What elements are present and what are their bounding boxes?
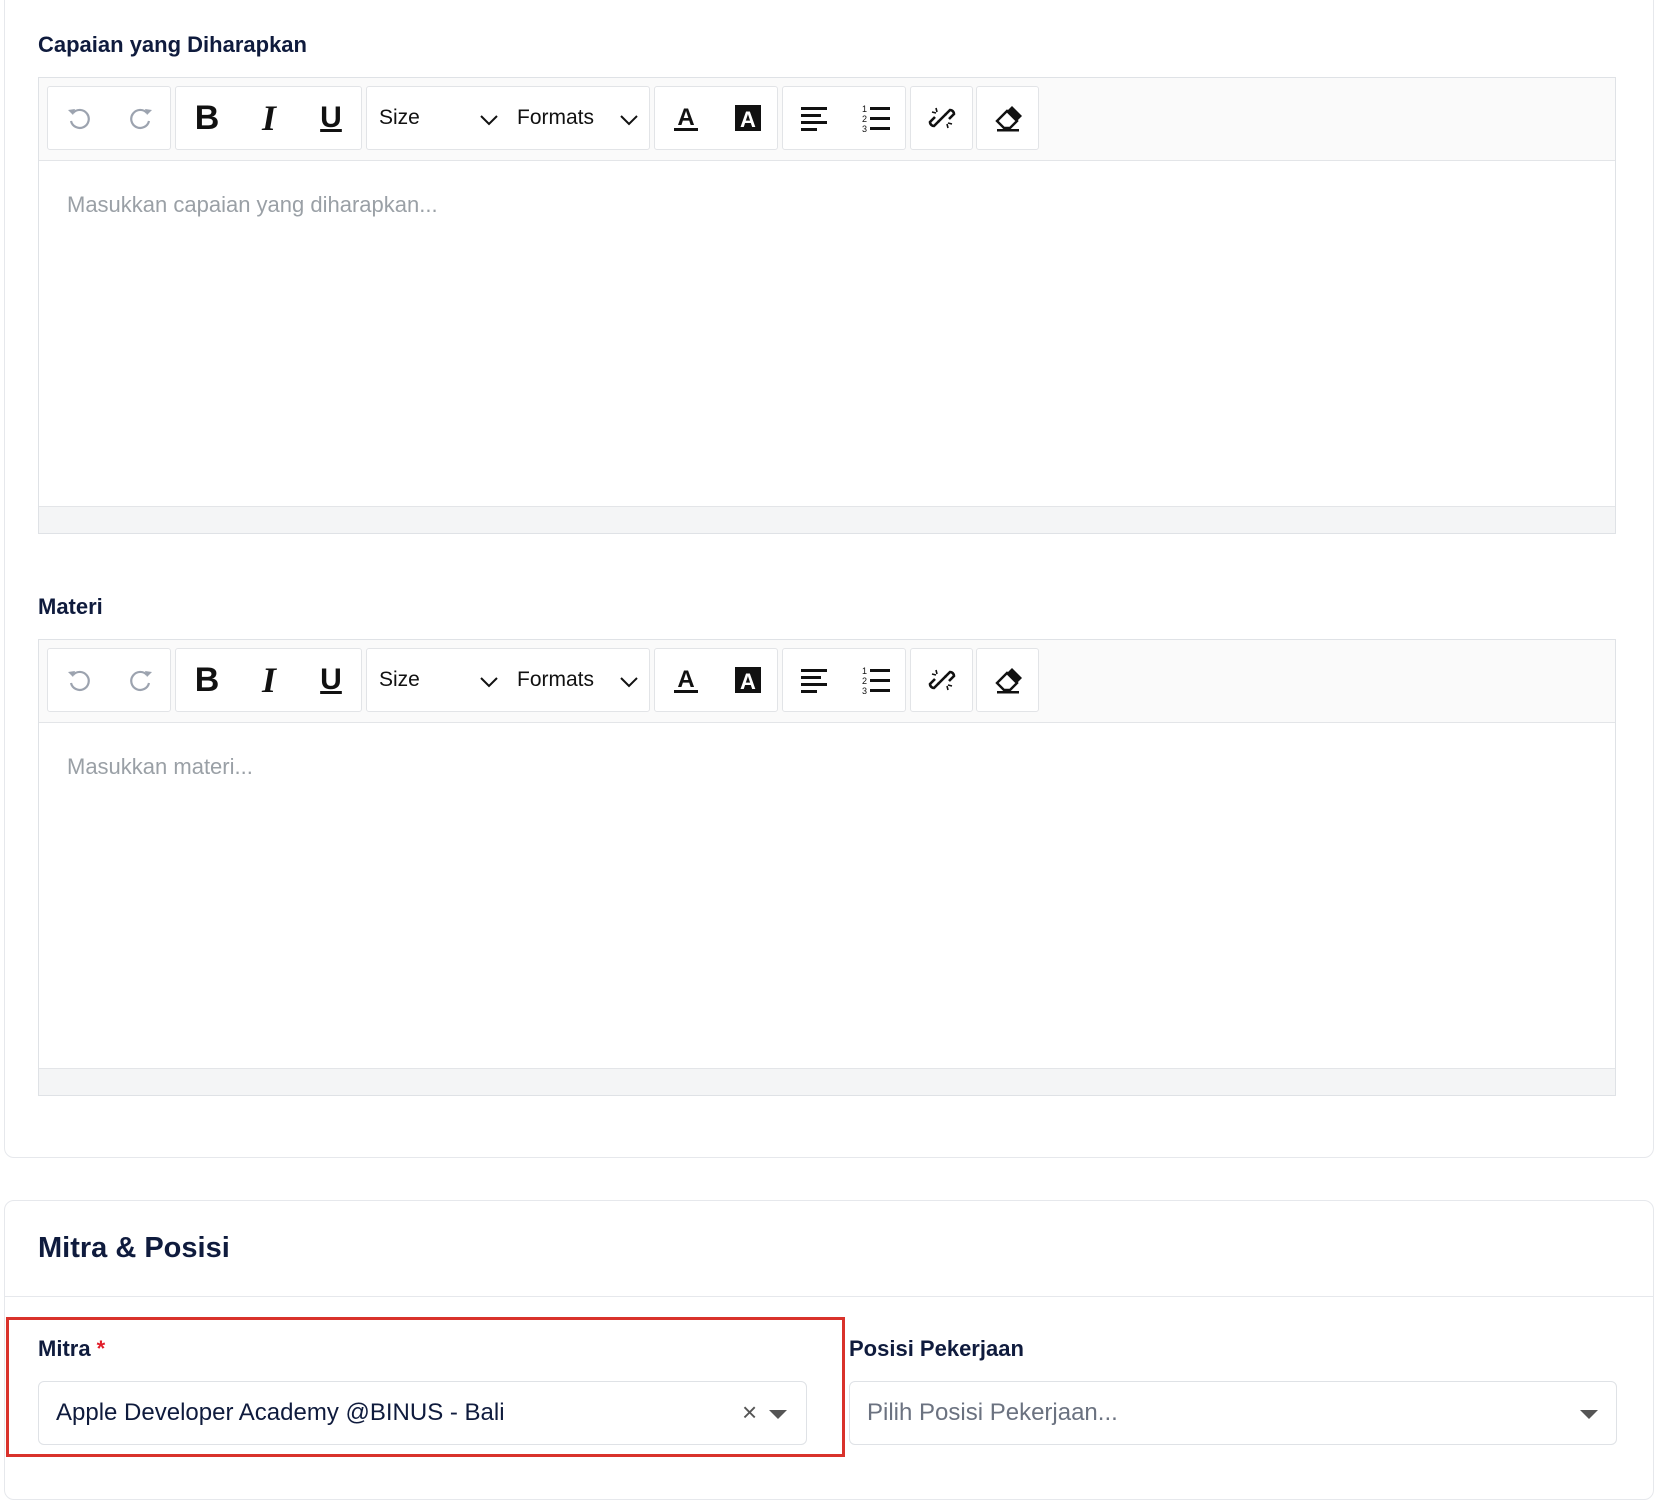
svg-text:2: 2 bbox=[862, 114, 867, 124]
numbered-list-button[interactable]: 123 bbox=[845, 649, 907, 711]
materi-label: Materi bbox=[38, 594, 103, 619]
redo-icon bbox=[127, 104, 155, 132]
materi-toolbar: B I U Size Formats A A 1 2 3 bbox=[39, 640, 1615, 723]
chevron-down-icon bbox=[479, 109, 499, 133]
formats-dropdown[interactable]: Formats bbox=[517, 649, 647, 711]
dropdown-group: Size Formats bbox=[366, 86, 650, 150]
font-color-button[interactable]: A bbox=[655, 649, 717, 711]
svg-text:A: A bbox=[677, 104, 694, 131]
capaian-label: Capaian yang Diharapkan bbox=[38, 32, 307, 57]
bold-icon: B bbox=[194, 98, 220, 137]
svg-text:A: A bbox=[740, 669, 756, 694]
caret-down-icon[interactable] bbox=[1580, 1410, 1598, 1419]
size-dropdown-label: Size bbox=[379, 668, 420, 691]
align-left-button[interactable] bbox=[783, 649, 845, 711]
posisi-select[interactable]: Pilih Posisi Pekerjaan... bbox=[849, 1381, 1617, 1445]
align-left-button[interactable] bbox=[783, 87, 845, 149]
bold-button[interactable]: B bbox=[176, 87, 238, 149]
background-color-icon: A bbox=[733, 103, 763, 133]
section-title: Mitra & Posisi bbox=[38, 1232, 230, 1264]
color-group: A A bbox=[654, 86, 778, 150]
size-dropdown[interactable]: Size bbox=[379, 87, 507, 149]
chevron-down-icon bbox=[619, 671, 639, 695]
chevron-down-icon bbox=[479, 671, 499, 695]
link-icon bbox=[927, 665, 957, 695]
card-divider bbox=[5, 1296, 1653, 1297]
link-group bbox=[910, 648, 973, 712]
clear-format-button[interactable] bbox=[977, 649, 1039, 711]
clear-format-button[interactable] bbox=[977, 87, 1039, 149]
text-style-group: B I U bbox=[175, 648, 362, 712]
numbered-list-icon: 123 bbox=[861, 103, 891, 133]
link-icon bbox=[927, 103, 957, 133]
link-button[interactable] bbox=[911, 87, 973, 149]
chevron-down-icon bbox=[619, 109, 639, 133]
svg-text:3: 3 bbox=[862, 686, 867, 695]
history-group bbox=[47, 86, 171, 150]
formats-dropdown-label: Formats bbox=[517, 668, 595, 691]
align-left-icon bbox=[799, 104, 829, 132]
svg-text:1: 1 bbox=[862, 666, 867, 676]
capaian-toolbar: B I U Size Formats A A 1 2 3 bbox=[39, 78, 1615, 161]
formats-dropdown[interactable]: Formats bbox=[517, 87, 647, 149]
align-left-icon bbox=[799, 666, 829, 694]
dropdown-group: Size Formats bbox=[366, 648, 650, 712]
bold-button[interactable]: B bbox=[176, 649, 238, 711]
text-style-group: B I U bbox=[175, 86, 362, 150]
undo-icon bbox=[65, 666, 93, 694]
underline-button[interactable]: U bbox=[300, 649, 362, 711]
svg-text:A: A bbox=[740, 107, 756, 132]
underline-button[interactable]: U bbox=[300, 87, 362, 149]
paragraph-group: 123 bbox=[782, 648, 906, 712]
italic-button[interactable]: I bbox=[238, 87, 300, 149]
background-color-button[interactable]: A bbox=[717, 649, 779, 711]
link-button[interactable] bbox=[911, 649, 973, 711]
materi-editor: B I U Size Formats A A 1 2 3 Masukkan ma… bbox=[38, 639, 1616, 1096]
svg-text:1: 1 bbox=[862, 104, 867, 114]
history-group bbox=[47, 648, 171, 712]
italic-icon: I bbox=[261, 660, 276, 700]
eraser-icon bbox=[993, 665, 1023, 695]
font-color-button[interactable]: A bbox=[655, 87, 717, 149]
svg-text:2: 2 bbox=[862, 676, 867, 686]
materi-edit-area[interactable]: Masukkan materi... bbox=[39, 722, 1615, 1069]
svg-text:3: 3 bbox=[862, 124, 867, 133]
numbered-list-icon: 123 bbox=[861, 665, 891, 695]
redo-button[interactable] bbox=[110, 87, 172, 149]
redo-icon bbox=[127, 666, 155, 694]
background-color-icon: A bbox=[733, 665, 763, 695]
underline-icon: U bbox=[320, 101, 342, 134]
svg-text:A: A bbox=[677, 666, 694, 693]
italic-button[interactable]: I bbox=[238, 649, 300, 711]
color-group: A A bbox=[654, 648, 778, 712]
capaian-edit-area[interactable]: Masukkan capaian yang diharapkan... bbox=[39, 160, 1615, 507]
redo-button[interactable] bbox=[110, 649, 172, 711]
underline-icon: U bbox=[320, 663, 342, 696]
eraser-icon bbox=[993, 103, 1023, 133]
link-group bbox=[910, 86, 973, 150]
capaian-editor: B I U Size Formats A A 1 2 3 Masukkan ca… bbox=[38, 77, 1616, 534]
background-color-button[interactable]: A bbox=[717, 87, 779, 149]
materi-statusbar bbox=[39, 1068, 1615, 1095]
capaian-placeholder: Masukkan capaian yang diharapkan... bbox=[67, 192, 438, 217]
undo-button[interactable] bbox=[48, 87, 110, 149]
mitra-highlight-frame bbox=[6, 1317, 845, 1457]
undo-icon bbox=[65, 104, 93, 132]
clear-format-group bbox=[976, 86, 1039, 150]
numbered-list-button[interactable]: 123 bbox=[845, 87, 907, 149]
materi-placeholder: Masukkan materi... bbox=[67, 754, 253, 779]
font-color-icon: A bbox=[671, 665, 701, 695]
posisi-placeholder: Pilih Posisi Pekerjaan... bbox=[867, 1399, 1118, 1426]
clear-format-group bbox=[976, 648, 1039, 712]
size-dropdown[interactable]: Size bbox=[379, 649, 507, 711]
formats-dropdown-label: Formats bbox=[517, 106, 595, 129]
posisi-label: Posisi Pekerjaan bbox=[849, 1336, 1024, 1361]
undo-button[interactable] bbox=[48, 649, 110, 711]
italic-icon: I bbox=[261, 98, 276, 138]
capaian-statusbar bbox=[39, 506, 1615, 533]
paragraph-group: 123 bbox=[782, 86, 906, 150]
size-dropdown-label: Size bbox=[379, 106, 420, 129]
font-color-icon: A bbox=[671, 103, 701, 133]
bold-icon: B bbox=[194, 660, 220, 699]
